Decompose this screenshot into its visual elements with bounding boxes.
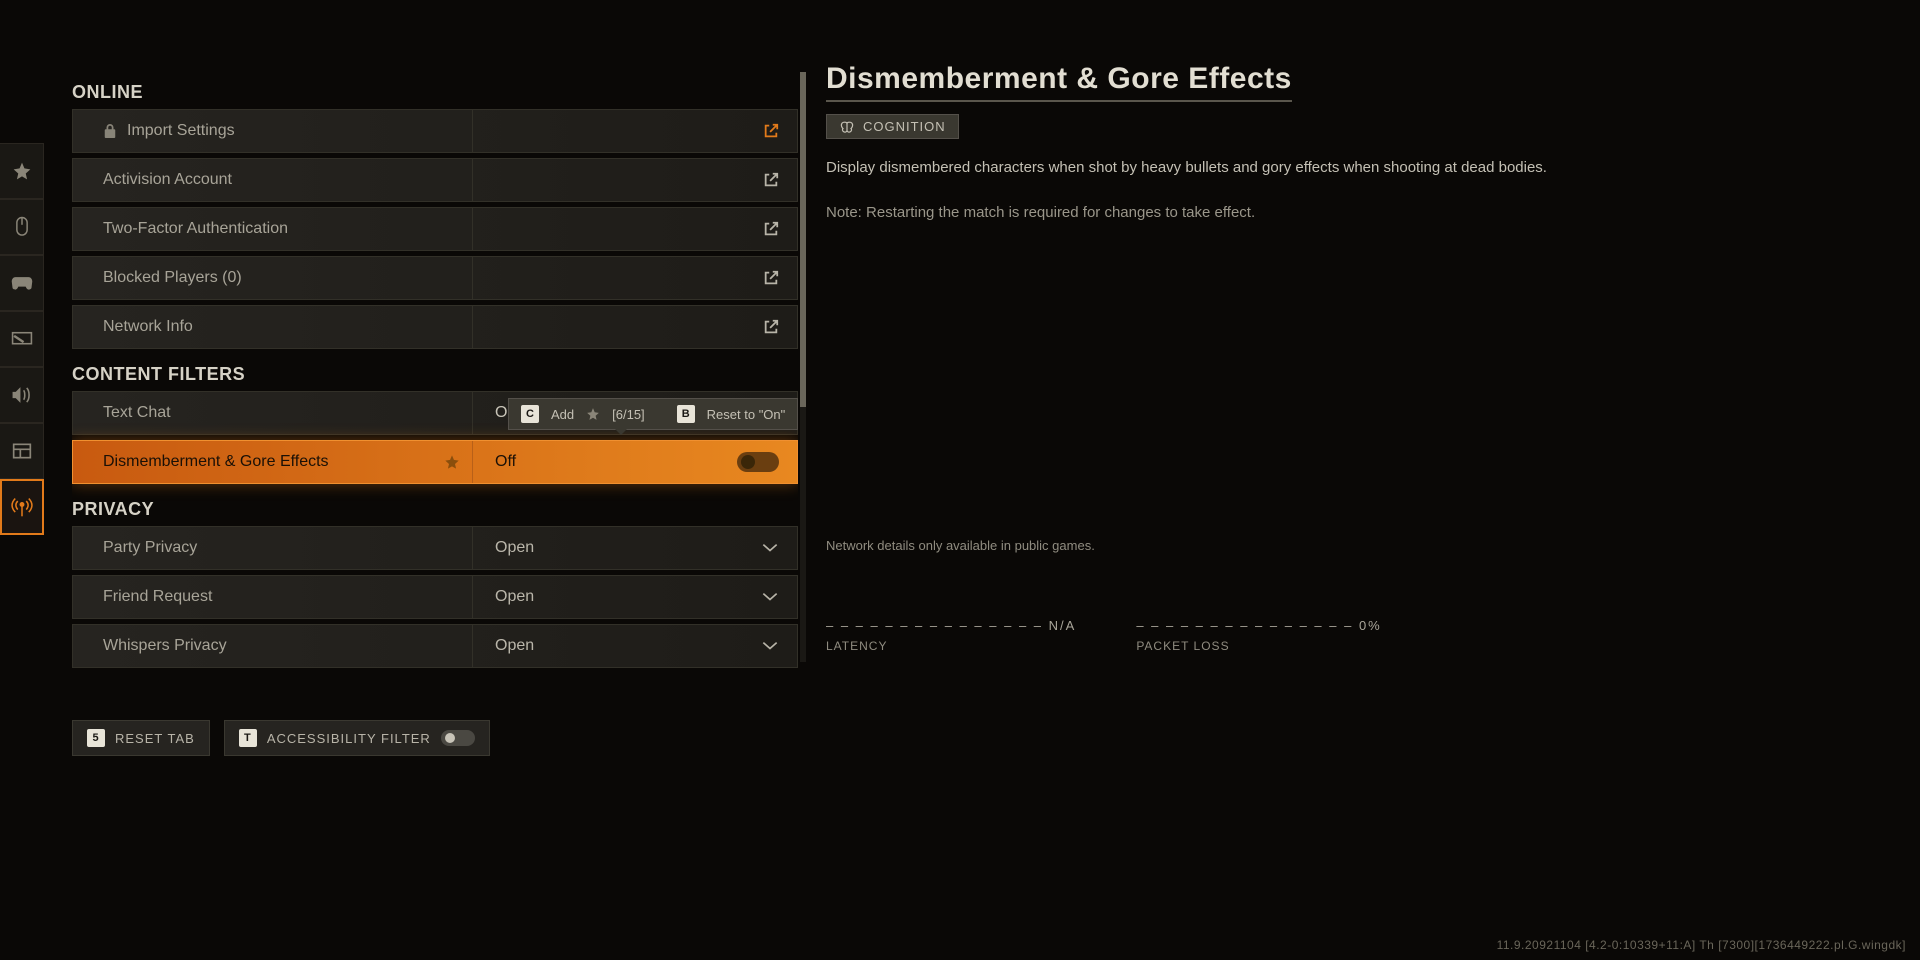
row-blocked-players[interactable]: Blocked Players (0) (72, 256, 798, 300)
brain-icon (839, 120, 855, 134)
tab-quick[interactable] (0, 143, 44, 199)
hotkey-tooltip: C Add [6/15] B Reset to "On" (508, 398, 798, 430)
tab-controller[interactable] (0, 255, 44, 311)
tab-network[interactable] (0, 479, 44, 535)
row-value-text: Off (495, 453, 516, 471)
key-hint-b: B (677, 405, 695, 423)
key-hint-t: T (239, 729, 257, 747)
mouse-icon (13, 216, 31, 238)
key-hint-5: 5 (87, 729, 105, 747)
row-label-text: Party Privacy (103, 539, 197, 557)
antenna-icon (11, 496, 33, 518)
tab-graphics[interactable] (0, 311, 44, 367)
network-note: Network details only available in public… (826, 538, 1095, 553)
external-link-icon (763, 172, 779, 188)
row-label-text: Import Settings (127, 122, 235, 140)
row-label-text: Network Info (103, 318, 193, 336)
scrollbar-thumb[interactable] (800, 72, 806, 407)
accessibility-filter-label: ACCESSIBILITY FILTER (267, 731, 431, 746)
external-link-icon (763, 221, 779, 237)
row-import-settings[interactable]: Import Settings (72, 109, 798, 153)
lock-icon (103, 123, 117, 139)
tab-interface[interactable] (0, 423, 44, 479)
row-activision-account[interactable]: Activision Account (72, 158, 798, 202)
stat-value: – – – – – – – – – – – – – – – N/A (826, 618, 1076, 633)
toggle-switch[interactable] (441, 730, 475, 746)
bottom-bar: 5 RESET TAB T ACCESSIBILITY FILTER (72, 720, 490, 756)
stat-label: LATENCY (826, 639, 1076, 653)
toggle-switch[interactable] (737, 452, 779, 472)
row-label-text: Blocked Players (0) (103, 269, 242, 287)
tab-mouse[interactable] (0, 199, 44, 255)
star-icon (444, 454, 460, 470)
monitor-icon (11, 331, 33, 347)
row-label-text: Two-Factor Authentication (103, 220, 288, 238)
stat-packet-loss: – – – – – – – – – – – – – – – 0% PACKET … (1136, 618, 1381, 653)
external-link-icon (763, 319, 779, 335)
external-link-icon (763, 270, 779, 286)
key-hint-c: C (521, 405, 539, 423)
detail-description: Display dismembered characters when shot… (826, 157, 1566, 180)
star-icon (12, 161, 32, 181)
row-dismemberment-gore[interactable]: Dismemberment & Gore Effects Off (72, 440, 798, 484)
reset-tab-button[interactable]: 5 RESET TAB (72, 720, 210, 756)
row-label-text: Text Chat (103, 404, 171, 422)
stat-label: PACKET LOSS (1136, 639, 1381, 653)
section-header-privacy: PRIVACY (72, 489, 798, 526)
accessibility-filter-button[interactable]: T ACCESSIBILITY FILTER (224, 720, 490, 756)
row-label-text: Activision Account (103, 171, 232, 189)
section-header-online: ONLINE (72, 72, 798, 109)
detail-title: Dismemberment & Gore Effects (826, 62, 1292, 102)
stat-value: – – – – – – – – – – – – – – – 0% (1136, 618, 1381, 633)
tab-audio[interactable] (0, 367, 44, 423)
detail-note: Note: Restarting the match is required f… (826, 202, 1566, 225)
row-value-text: Open (495, 588, 534, 606)
chevron-down-icon (761, 641, 779, 651)
tooltip-reset-label: Reset to "On" (707, 407, 786, 422)
chevron-down-icon (761, 592, 779, 602)
row-network-info[interactable]: Network Info (72, 305, 798, 349)
tooltip-counter: [6/15] (612, 407, 645, 422)
tag-label: COGNITION (863, 119, 946, 134)
row-friend-request[interactable]: Friend Request Open (72, 575, 798, 619)
row-label-text: Dismemberment & Gore Effects (103, 453, 329, 471)
external-link-icon (763, 123, 779, 139)
detail-panel: Dismemberment & Gore Effects COGNITION D… (826, 62, 1566, 224)
controller-icon (11, 275, 33, 291)
reset-tab-label: RESET TAB (115, 731, 195, 746)
star-icon (586, 407, 600, 421)
speaker-icon (11, 385, 33, 405)
row-whispers-privacy[interactable]: Whispers Privacy Open (72, 624, 798, 668)
row-value-text: Open (495, 637, 534, 655)
settings-list: ONLINE Import Settings Activision Accoun… (72, 72, 798, 672)
row-value-text: Open (495, 539, 534, 557)
cognition-tag: COGNITION (826, 114, 959, 139)
chevron-down-icon (761, 543, 779, 553)
layout-icon (12, 442, 32, 460)
row-label-text: Whispers Privacy (103, 637, 227, 655)
section-header-content-filters: CONTENT FILTERS (72, 354, 798, 391)
scrollbar[interactable] (800, 72, 806, 662)
row-two-factor[interactable]: Two-Factor Authentication (72, 207, 798, 251)
row-party-privacy[interactable]: Party Privacy Open (72, 526, 798, 570)
settings-category-tabs (0, 143, 44, 535)
tooltip-add-label: Add (551, 407, 574, 422)
row-label-text: Friend Request (103, 588, 212, 606)
stat-latency: – – – – – – – – – – – – – – – N/A LATENC… (826, 618, 1076, 653)
version-string: 11.9.20921104 [4.2-0:10339+11:A] Th [730… (1497, 938, 1906, 952)
network-stats: – – – – – – – – – – – – – – – N/A LATENC… (826, 618, 1382, 653)
